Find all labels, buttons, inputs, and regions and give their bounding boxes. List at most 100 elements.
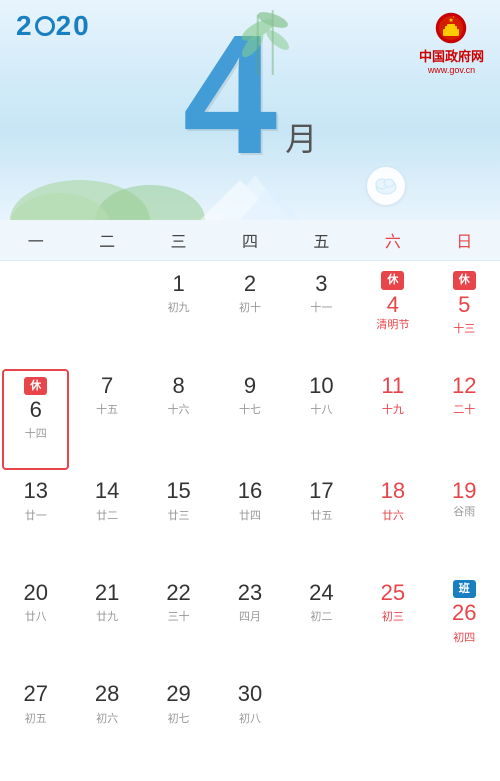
day-cell: 2初十 [214,265,285,367]
day-number: 7 [101,373,113,399]
day-cell: 29 初七 [143,675,214,777]
day-number: 21 [95,580,119,606]
weekday-fri: 五 [286,228,357,252]
lunar-text: 廿一 [25,507,47,523]
day-cell: 30初八 [214,675,285,777]
day-cell: 9 十七 [214,367,285,473]
day-number: 4 [387,292,399,318]
lunar-text: 十四 [25,425,47,441]
day-cell: 15廿三 [143,472,214,574]
weekday-sun: 日 [429,228,500,252]
day-number: 18 [381,478,405,504]
lunar-text: 初五 [25,710,47,726]
lunar-text: 廿九 [96,608,118,624]
day-number: 16 [238,478,262,504]
cloud-decoration [367,167,405,205]
lunar-text: 初七 [168,710,190,726]
lunar-text: 谷雨 [453,505,475,519]
weekday-header: 一 二 三 四 五 六 日 [0,220,500,261]
day-cell: 8 十六 [143,367,214,473]
day-number: 19 [452,478,476,504]
day-cell: 休6 十四 [2,369,69,471]
day-number: 2 [244,271,256,297]
day-number: 17 [309,478,333,504]
day-cell: 27 初五 [0,675,71,777]
lunar-text: 廿八 [25,608,47,624]
lunar-text: 三十 [168,608,190,624]
weekday-sat: 六 [357,228,428,252]
weekday-thu: 四 [214,228,285,252]
lunar-text: 二十 [453,401,475,417]
lunar-text: 十九 [382,401,404,417]
day-number: 13 [23,478,47,504]
day-cell: 14 廿二 [71,472,142,574]
lunar-text: 十六 [168,401,190,417]
weekday-mon: 一 [0,228,71,252]
gov-emblem-icon [435,12,467,44]
lunar-text: 十五 [96,401,118,417]
day-number: 30 [238,681,262,707]
day-cell [286,675,357,777]
lunar-text: 十三 [453,320,475,336]
day-number: 9 [244,373,256,399]
rest-badge: 休 [24,377,47,396]
lunar-text: 十八 [310,401,332,417]
lunar-text: 初二 [310,608,332,624]
day-number: 10 [309,373,333,399]
month-display: 4 月 [183,10,318,180]
day-number: 6 [30,397,42,423]
day-cell: 11 十九 [357,367,428,473]
year-logo: 2 2 0 [16,12,91,40]
work-badge: 班 [453,580,476,599]
day-number: 8 [172,373,184,399]
day-number: 29 [166,681,190,707]
lunar-text: 十一 [310,299,332,315]
day-cell [429,675,500,777]
bamboo-decoration [238,5,298,85]
day-cell: 7 十五 [71,367,142,473]
day-cell: 20廿八 [0,574,71,676]
lunar-text: 廿二 [96,507,118,523]
day-number: 23 [238,580,262,606]
lunar-text: 初三 [382,608,404,624]
lunar-text: 初九 [168,299,190,315]
holiday-badge: 休 [453,271,476,290]
month-number: 4 [183,10,278,180]
day-number: 25 [381,580,405,606]
lunar-text: 十七 [239,401,261,417]
lunar-text: 四月 [239,608,261,624]
year-text: 2 2 0 [16,12,91,40]
day-cell: 10 十八 [286,367,357,473]
hills-decoration [0,160,500,220]
day-cell: 17 廿五 [286,472,357,574]
calendar-header: 2 2 0 [0,0,500,220]
day-number: 12 [452,373,476,399]
day-number: 11 [381,373,404,399]
day-cell [0,265,71,367]
lunar-text: 廿五 [310,507,332,523]
day-cell: 23 四月 [214,574,285,676]
day-cell: 班26初四 [429,574,500,676]
festival-text: 清明节 [376,318,409,332]
month-char-text: 月 [285,114,317,160]
day-cell: 21 廿九 [71,574,142,676]
gov-url-text: www.gov.cn [428,65,475,75]
gov-name-text: 中国政府网 [419,46,484,65]
lunar-text: 初四 [453,629,475,645]
day-cell: 25 初三 [357,574,428,676]
day-number: 28 [95,681,119,707]
weekday-tue: 二 [71,228,142,252]
day-number: 1 [172,271,184,297]
calendar-wrapper: 2 2 0 [0,0,500,781]
day-number: 14 [95,478,119,504]
holiday-badge: 休 [381,271,404,290]
gov-logo-block: 中国政府网 www.gov.cn [419,12,484,75]
day-number: 3 [315,271,327,297]
lunar-text: 廿四 [239,507,261,523]
day-number: 27 [23,681,47,707]
day-number: 15 [166,478,190,504]
day-cell: 16 廿四 [214,472,285,574]
day-cell: 18廿六 [357,472,428,574]
day-number: 24 [309,580,333,606]
weekday-wed: 三 [143,228,214,252]
